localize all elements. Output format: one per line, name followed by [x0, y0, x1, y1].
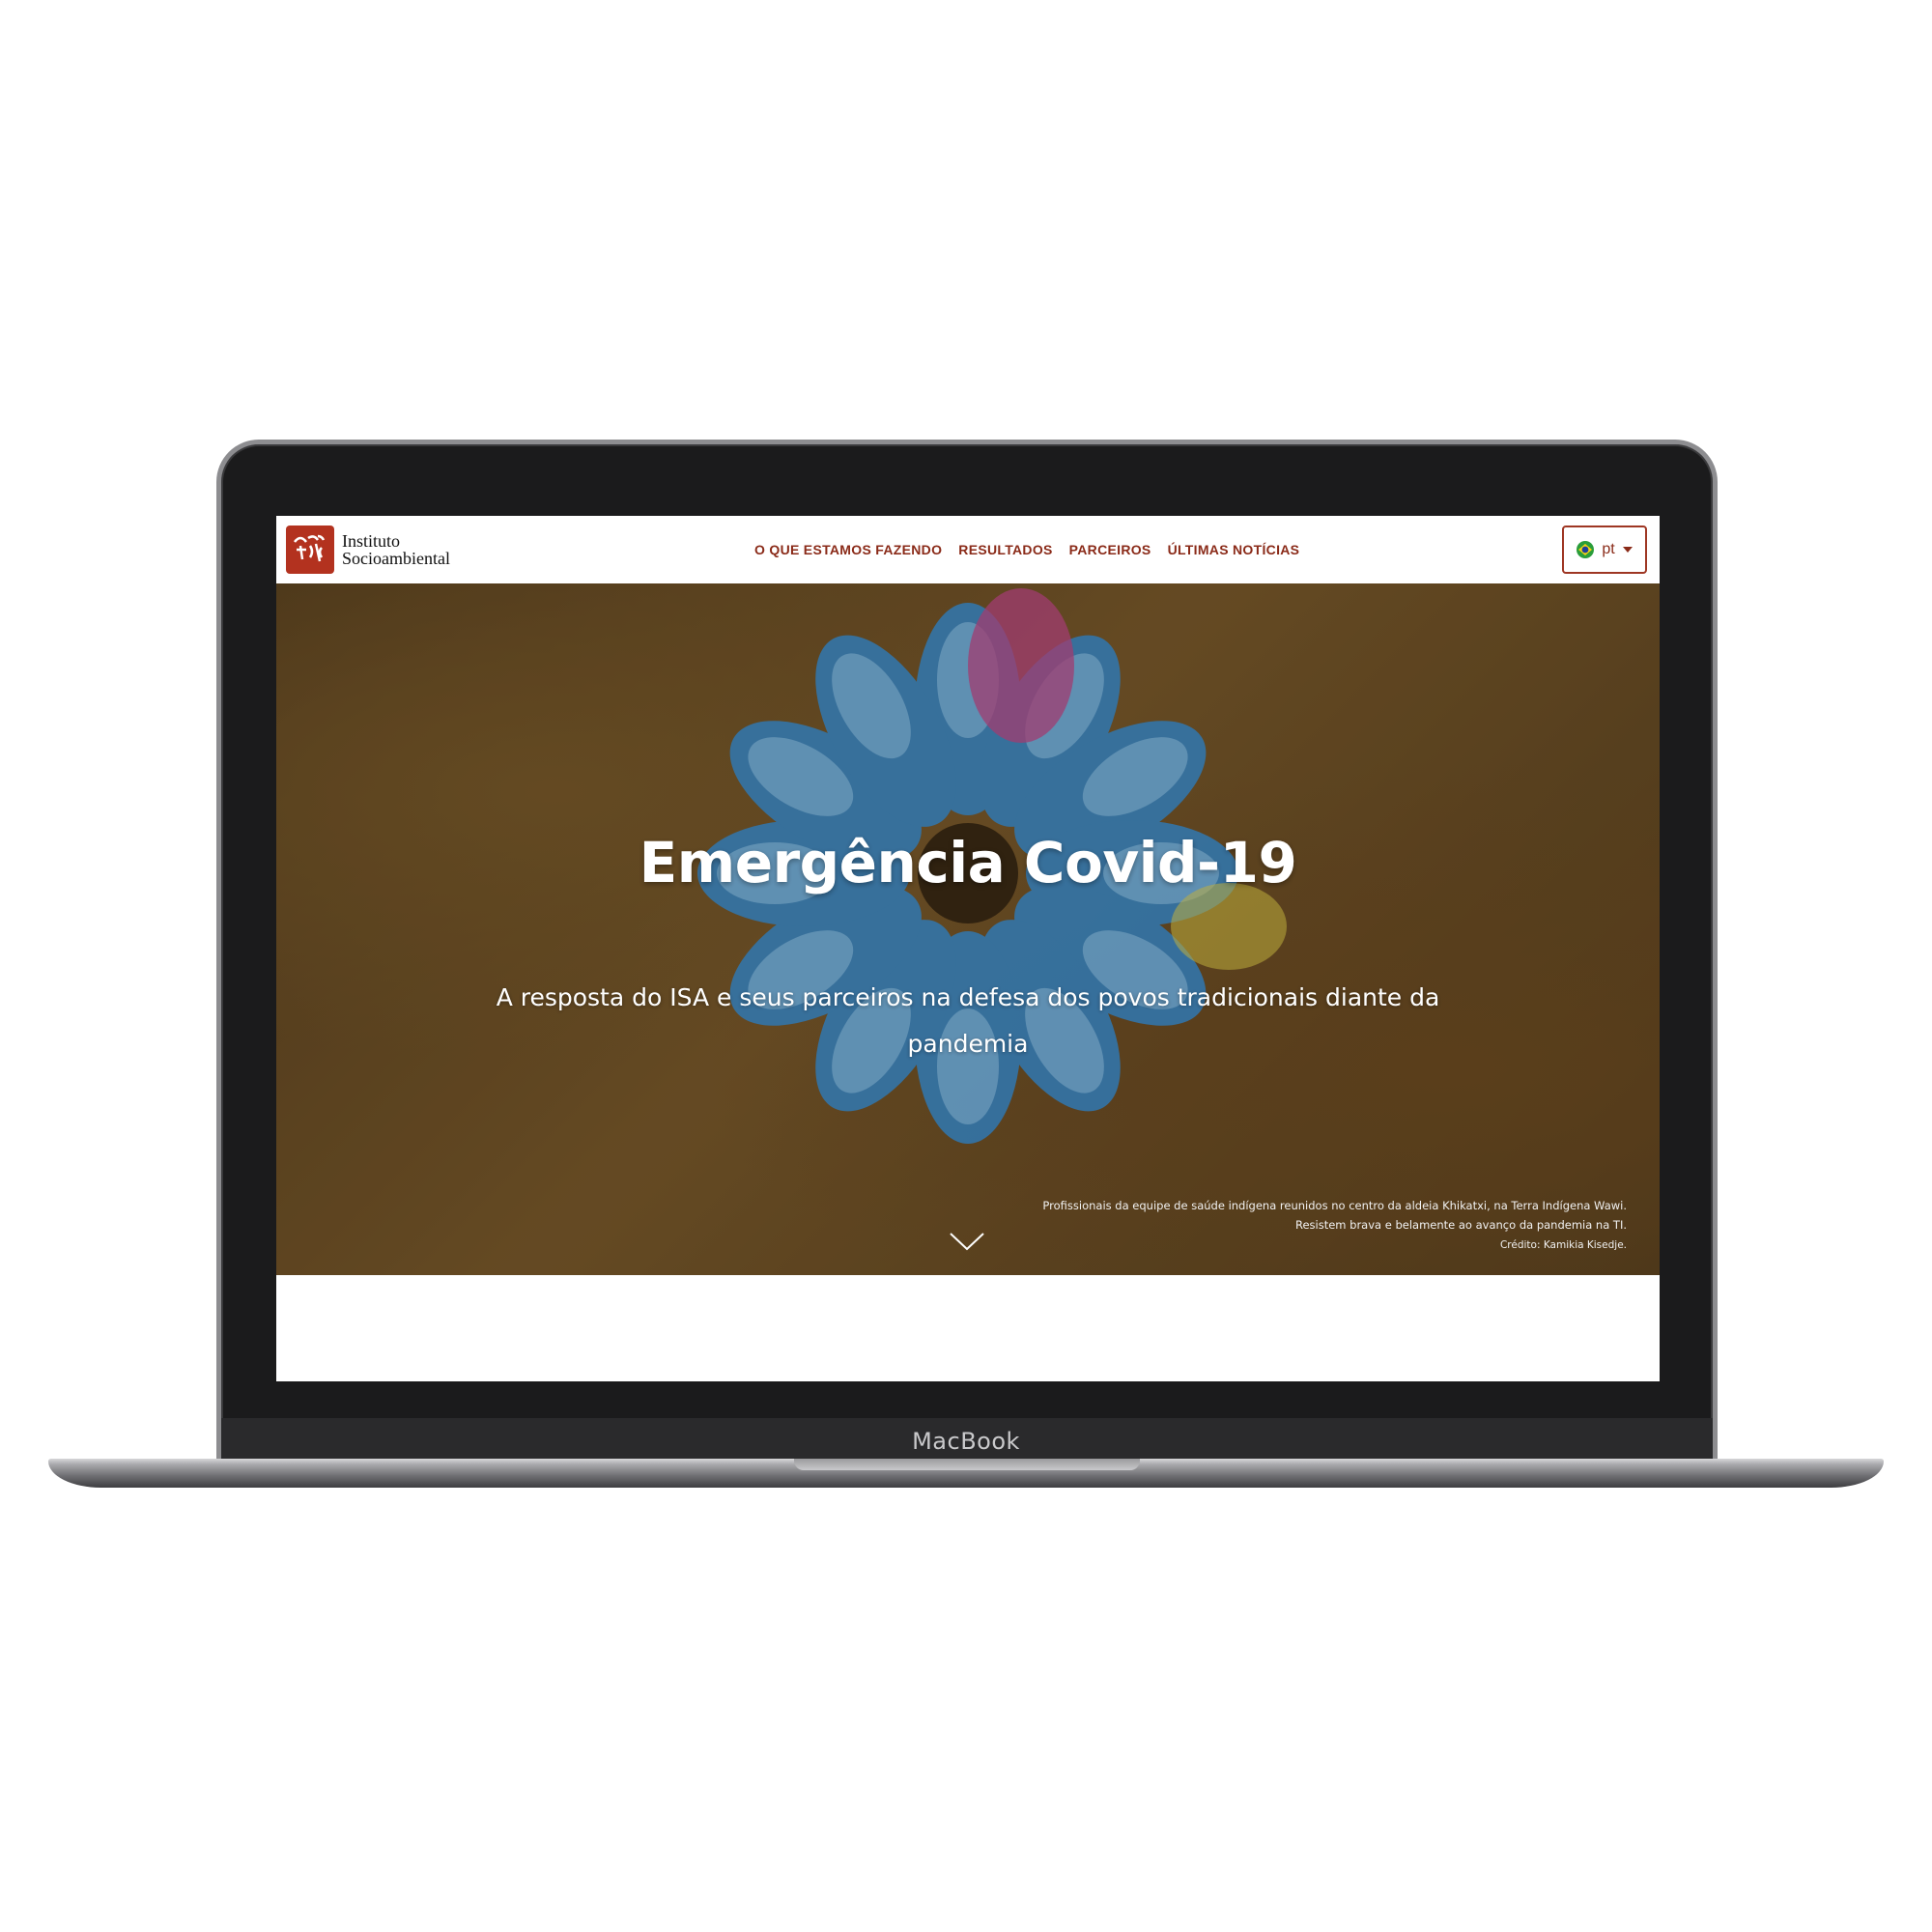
nav-link-resultados[interactable]: RESULTADOS [958, 542, 1052, 557]
photo-caption-text: Profissionais da equipe de saúde indígen… [1042, 1199, 1627, 1232]
site-logo[interactable]: Instituto Socioambiental [286, 526, 450, 574]
nav-link-o-que-estamos-fazendo[interactable]: O QUE ESTAMOS FAZENDO [754, 542, 942, 557]
hero-banner: Emergência Covid-19 A resposta do ISA e … [276, 583, 1660, 1275]
scroll-down-chevron-icon[interactable] [949, 1231, 985, 1252]
brazil-flag-icon [1577, 541, 1595, 558]
photo-caption: Profissionais da equipe de saúde indígen… [1028, 1196, 1627, 1255]
logo-text: Instituto Socioambiental [342, 532, 450, 567]
photo-credit: Crédito: Kamikia Kisedje. [1499, 1239, 1627, 1251]
hero-overlay [276, 583, 1660, 1275]
hero-title: Emergência Covid-19 [639, 829, 1297, 895]
device-label: MacBook [912, 1428, 1020, 1455]
language-selector[interactable]: pt [1562, 526, 1647, 574]
logo-line-1: Instituto [342, 531, 401, 551]
chevron-down-icon [1622, 547, 1633, 553]
site-header: Instituto Socioambiental O QUE ESTAMOS F… [276, 516, 1660, 583]
language-label: pt [1602, 541, 1615, 557]
nav-link-ultimas-noticias[interactable]: ÚLTIMAS NOTÍCIAS [1168, 542, 1300, 557]
laptop-hinge-notch [794, 1459, 1140, 1470]
main-nav: O QUE ESTAMOS FAZENDO RESULTADOS PARCEIR… [754, 542, 1299, 557]
logo-line-2: Socioambiental [342, 549, 450, 568]
nav-link-parceiros[interactable]: PARCEIROS [1069, 542, 1151, 557]
browser-viewport: Instituto Socioambiental O QUE ESTAMOS F… [276, 516, 1660, 1381]
isa-logo-icon [286, 526, 334, 574]
hero-subtitle: A resposta do ISA e seus parceiros na de… [496, 983, 1440, 1058]
